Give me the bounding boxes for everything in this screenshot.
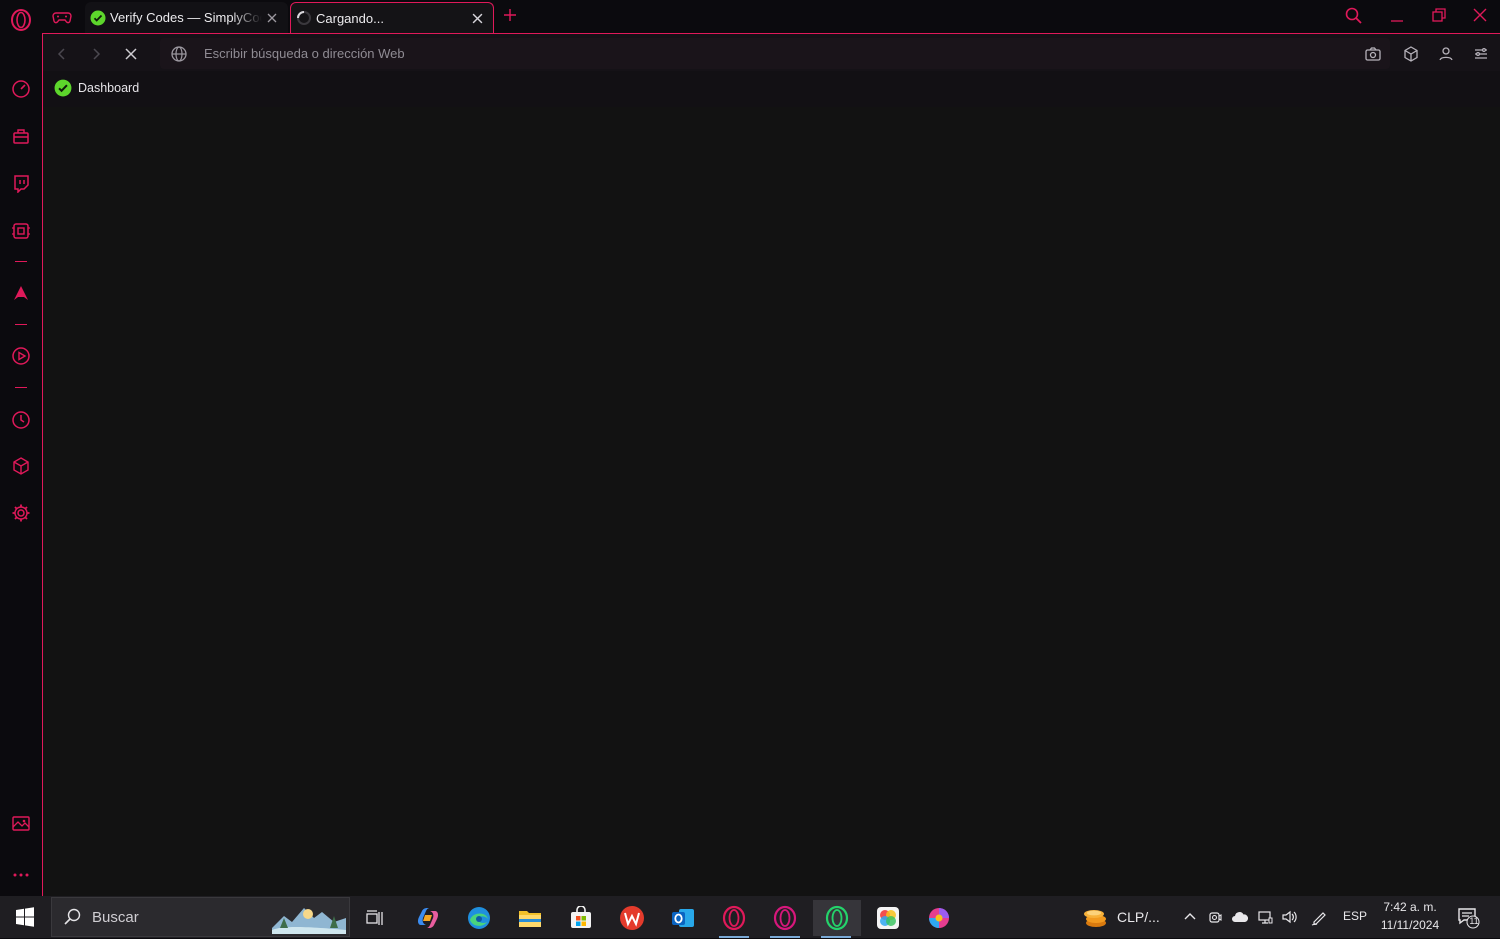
gamepad-icon[interactable] bbox=[52, 8, 72, 26]
opera-gx-green-icon[interactable] bbox=[813, 900, 861, 938]
address-placeholder[interactable]: Escribir búsqueda o dirección Web bbox=[204, 46, 405, 61]
chevron-up-icon[interactable] bbox=[1180, 906, 1200, 928]
close-window-button[interactable] bbox=[1469, 6, 1491, 26]
sidebar bbox=[0, 33, 42, 896]
gx-control-icon[interactable] bbox=[10, 220, 32, 242]
search-highlight-landscape-icon bbox=[270, 900, 348, 934]
tab-label: Cargando... bbox=[316, 10, 384, 26]
simplycodes-icon bbox=[90, 10, 106, 26]
photos-app-icon[interactable] bbox=[865, 900, 911, 936]
player-icon[interactable] bbox=[10, 345, 32, 367]
opera-gx-icon[interactable] bbox=[711, 900, 757, 938]
restore-icon bbox=[1432, 8, 1446, 22]
close-tab-icon[interactable] bbox=[262, 8, 282, 28]
extensions-cube-icon[interactable] bbox=[10, 455, 32, 477]
outlook-icon[interactable] bbox=[660, 900, 706, 936]
bookmarks-bar bbox=[43, 71, 1500, 107]
snapshot-camera-icon[interactable] bbox=[1363, 44, 1383, 64]
file-explorer-icon[interactable] bbox=[507, 900, 553, 936]
minimize-button[interactable] bbox=[1386, 6, 1408, 26]
microsoft-store-icon[interactable] bbox=[558, 900, 604, 936]
tab-search-button[interactable] bbox=[1344, 6, 1364, 26]
clock-time[interactable]: 7:42 a. m. bbox=[1380, 900, 1440, 914]
close-tab-icon[interactable] bbox=[467, 8, 487, 28]
network-icon[interactable] bbox=[1255, 906, 1275, 928]
input-language[interactable]: ESP bbox=[1343, 909, 1367, 923]
task-view-icon[interactable] bbox=[352, 900, 398, 936]
onedrive-cloud-icon[interactable] bbox=[1230, 906, 1250, 928]
sidebar-separator bbox=[15, 387, 27, 388]
more-options-icon[interactable] bbox=[10, 864, 32, 886]
chevron-left-icon bbox=[57, 48, 65, 60]
volume-icon[interactable] bbox=[1280, 906, 1300, 928]
plus-icon bbox=[504, 9, 516, 21]
opera-logo-icon bbox=[11, 9, 31, 31]
wps-office-icon[interactable] bbox=[609, 900, 655, 936]
twitch-icon[interactable] bbox=[10, 172, 32, 194]
windows-start-icon[interactable] bbox=[14, 906, 36, 928]
wallpaper-gallery-icon[interactable] bbox=[10, 812, 32, 834]
bookmark-label: Dashboard bbox=[78, 81, 140, 95]
bookmark-dashboard[interactable]: Dashboard bbox=[54, 77, 139, 99]
search-icon bbox=[1345, 7, 1362, 24]
stop-loading-button[interactable] bbox=[120, 43, 142, 65]
game-store-icon[interactable] bbox=[10, 125, 32, 147]
extensions-icon[interactable] bbox=[1401, 44, 1421, 64]
tab-label: Verify Codes — SimplyCodes bbox=[110, 10, 262, 25]
page-content bbox=[43, 107, 1500, 896]
speed-dial-icon[interactable] bbox=[10, 78, 32, 100]
edge-browser-icon[interactable] bbox=[456, 900, 502, 936]
loading-spinner-icon bbox=[296, 10, 312, 26]
close-icon bbox=[1473, 8, 1487, 22]
back-button[interactable] bbox=[51, 43, 73, 65]
sidebar-separator bbox=[15, 261, 27, 262]
meet-now-icon[interactable] bbox=[1205, 906, 1225, 928]
search-label: Buscar bbox=[92, 909, 139, 926]
minimize-icon bbox=[1391, 20, 1403, 22]
aria-icon[interactable] bbox=[10, 282, 32, 304]
new-tab-button[interactable] bbox=[500, 5, 520, 25]
tab-loading[interactable]: Cargando... bbox=[290, 2, 494, 33]
easy-setup-menu-icon[interactable] bbox=[1471, 44, 1491, 64]
paint-app-icon[interactable] bbox=[916, 900, 962, 936]
settings-gear-icon[interactable] bbox=[10, 502, 32, 524]
weather-coins-icon[interactable] bbox=[1080, 903, 1110, 933]
pen-workspace-icon[interactable] bbox=[1309, 906, 1329, 928]
profile-icon[interactable] bbox=[1436, 44, 1456, 64]
tab-verify-codes[interactable]: Verify Codes — SimplyCodes bbox=[85, 2, 288, 33]
opera-gx-icon[interactable] bbox=[762, 900, 808, 938]
forward-button[interactable] bbox=[85, 43, 107, 65]
copilot-icon[interactable] bbox=[405, 900, 451, 936]
notification-count: 11 bbox=[1469, 916, 1479, 926]
notifications-button[interactable]: 11 bbox=[1456, 905, 1482, 931]
history-icon[interactable] bbox=[10, 409, 32, 431]
clock-date[interactable]: 11/11/2024 bbox=[1375, 918, 1445, 932]
close-icon bbox=[125, 48, 137, 60]
opera-menu-button[interactable] bbox=[9, 8, 33, 32]
restore-button[interactable] bbox=[1428, 6, 1450, 26]
currency-widget-label[interactable]: CLP/... bbox=[1117, 909, 1160, 925]
simplycodes-icon bbox=[54, 79, 72, 97]
search-icon bbox=[62, 907, 82, 927]
sidebar-separator bbox=[15, 324, 27, 325]
chevron-right-icon bbox=[93, 48, 101, 60]
globe-icon bbox=[170, 45, 188, 63]
